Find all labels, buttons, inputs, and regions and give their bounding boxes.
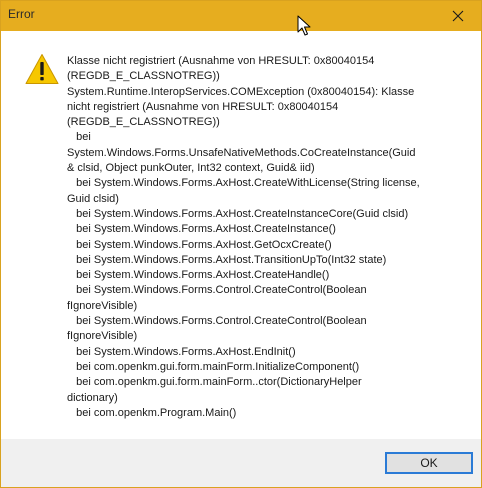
- error-message-line: (REGDB_E_CLASSNOTREG)): [67, 70, 220, 83]
- error-message-line: System.Runtime.InteropServices.COMExcept…: [67, 85, 415, 98]
- error-message-line: (REGDB_E_CLASSNOTREG)): [67, 116, 220, 129]
- window-title: Error: [8, 7, 35, 21]
- error-message-line: bei: [67, 131, 91, 144]
- title-bar[interactable]: Error: [1, 1, 481, 31]
- warning-icon: [25, 54, 59, 84]
- error-message-line: bei System.Windows.Forms.AxHost.Transiti…: [67, 253, 387, 266]
- error-message: Klasse nicht registriert (Ausnahme von H…: [67, 54, 420, 421]
- error-dialog-window: Error Klasse nicht registriert (Ausnahme…: [0, 0, 482, 488]
- error-message-line: bei System.Windows.Forms.AxHost.CreateHa…: [67, 269, 330, 282]
- error-message-line: fIgnoreVisible): [67, 299, 138, 312]
- error-message-line: Klasse nicht registriert (Ausnahme von H…: [67, 55, 375, 67]
- error-message-line: bei com.openkm.Program.Main(): [67, 406, 237, 419]
- error-message-line: bei com.openkm.gui.form.mainForm.Initial…: [67, 360, 360, 373]
- error-message-line: dictionary): [67, 391, 118, 404]
- error-message-line: & clsid, Object punkOuter, Int32 context…: [67, 162, 315, 175]
- error-message-line: bei System.Windows.Forms.Control.CreateC…: [67, 315, 367, 328]
- error-message-line: fIgnoreVisible): [67, 330, 138, 343]
- dialog-footer: OK: [1, 439, 481, 487]
- error-message-line: bei System.Windows.Forms.AxHost.EndInit(…: [67, 345, 296, 358]
- error-message-line: bei System.Windows.Forms.AxHost.CreateIn…: [67, 223, 336, 236]
- error-message-line: bei com.openkm.gui.form.mainForm..ctor(D…: [67, 376, 362, 389]
- error-message-line: bei System.Windows.Forms.Control.CreateC…: [67, 284, 367, 297]
- error-message-line: Guid clsid): [67, 192, 119, 205]
- error-message-line: nicht registriert (Ausnahme von HRESULT:…: [67, 100, 339, 113]
- error-message-line: bei System.Windows.Forms.AxHost.CreateIn…: [67, 207, 409, 220]
- close-icon: [452, 10, 464, 22]
- error-message-line: bei System.Windows.Forms.AxHost.CreateWi…: [67, 177, 420, 190]
- dialog-content: Klasse nicht registriert (Ausnahme von H…: [1, 31, 481, 439]
- error-message-line: bei System.Windows.Forms.AxHost.GetOcxCr…: [67, 238, 332, 251]
- close-button[interactable]: [435, 1, 481, 31]
- error-message-line: System.Windows.Forms.UnsafeNativeMethods…: [67, 146, 416, 159]
- ok-button[interactable]: OK: [385, 452, 473, 474]
